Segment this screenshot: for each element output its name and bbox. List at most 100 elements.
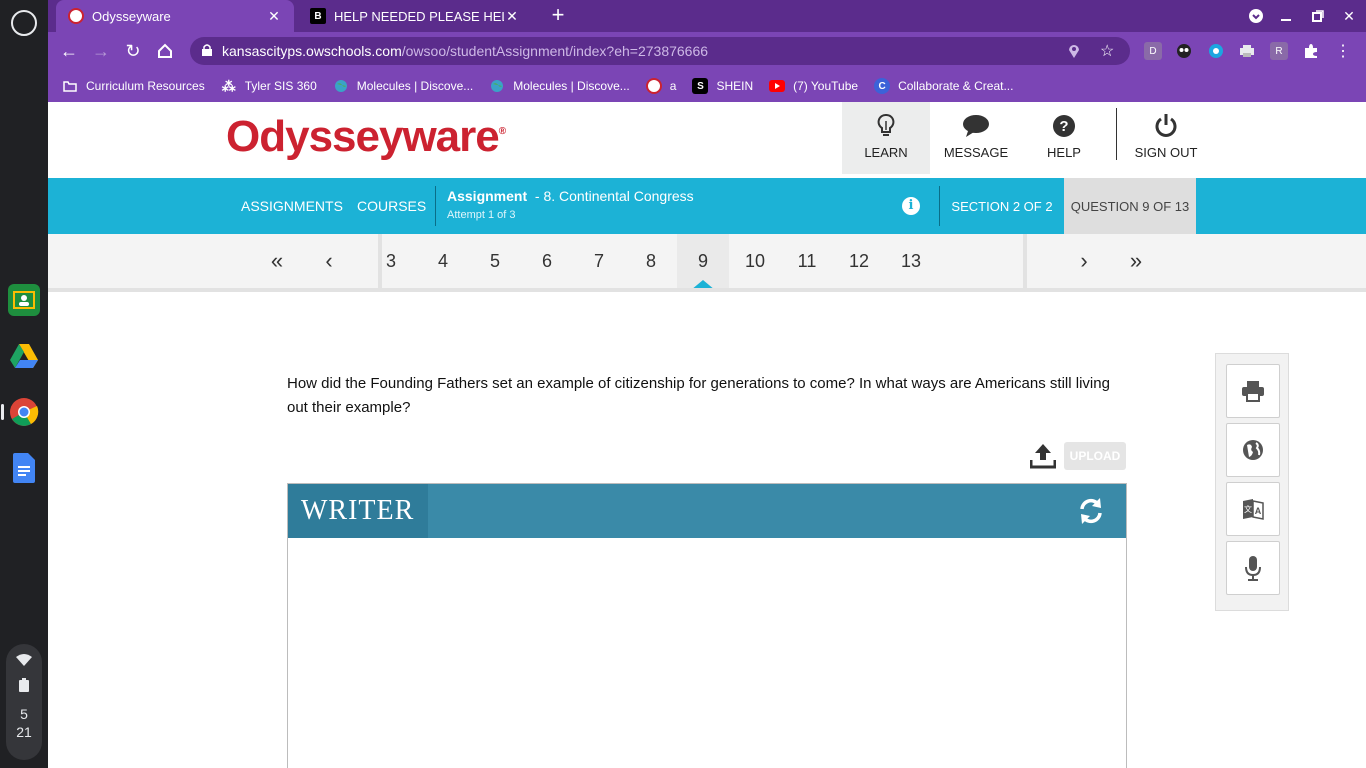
divider [1023,234,1027,288]
extension-shield-icon[interactable] [1207,42,1225,60]
url-domain: kansascityps.owschools.com [222,43,402,59]
bookmark-label: a [669,79,677,93]
question-number[interactable]: 11 [781,234,833,288]
extension-printer-icon[interactable] [1238,42,1256,60]
globe-icon[interactable] [1226,423,1280,477]
bookmark-label: Tyler SIS 360 [244,79,317,93]
restore-icon[interactable] [1303,0,1333,32]
previous-question-icon[interactable]: ‹ [317,248,341,274]
reload-icon[interactable]: ↻ [120,38,146,64]
bookmark-star-icon[interactable]: ☆ [1100,41,1114,61]
minimize-icon[interactable] [1271,0,1301,32]
question-number[interactable]: 8 [625,234,677,288]
question-number[interactable]: 6 [521,234,573,288]
bookmark-shein[interactable]: S SHEIN [692,78,753,94]
nav-message[interactable]: MESSAGE [932,102,1020,174]
last-question-icon[interactable]: » [1124,248,1148,274]
refresh-icon[interactable] [1076,496,1106,526]
clock-minute: 21 [16,724,32,740]
svg-text:文: 文 [1244,504,1252,514]
question-icon: ? [1052,111,1076,141]
shein-icon: S [692,78,709,94]
bookmark-a[interactable]: a [645,78,677,94]
question-number[interactable]: 13 [885,234,937,288]
battery-icon [19,678,29,692]
extension-d-icon[interactable]: D [1144,42,1162,60]
google-drive-icon[interactable] [8,340,40,372]
back-icon[interactable]: ← [56,38,82,64]
print-icon[interactable] [1226,364,1280,418]
assignment-label: Assignment [447,188,528,204]
system-tray[interactable]: 5 21 [6,644,42,760]
url-path: /owsoo/studentAssignment/index?eh=273876… [401,43,709,59]
google-chrome-icon[interactable] [8,396,40,428]
question-number[interactable]: 4 [417,234,469,288]
odysseyware-logo[interactable]: Odysseyware® [226,112,506,162]
question-indicator: QUESTION 9 OF 13 [1064,178,1196,234]
bookmark-youtube[interactable]: (7) YouTube [769,78,858,94]
tab-brainly[interactable]: B HELP NEEDED PLEASE HELP NO ✕ [298,0,532,32]
google-classroom-icon[interactable] [8,284,40,316]
bookmark-tyler-sis[interactable]: ⁂ Tyler SIS 360 [221,78,317,94]
microphone-icon[interactable] [1226,541,1280,595]
bookmark-molecules-2[interactable]: Molecules | Discove... [489,78,630,94]
writer-panel: WRITER [287,483,1127,768]
forward-icon[interactable]: → [88,38,114,64]
browser-menu-icon[interactable]: ⋮ [1334,42,1352,60]
odysseyware-page: Odysseyware® LEARN MESSAGE ? HELP SIGN O… [48,102,1366,768]
question-number[interactable]: 12 [833,234,885,288]
question-number[interactable]: 3 [365,234,417,288]
first-question-icon[interactable]: « [265,248,289,274]
question-prompt: How did the Founding Fathers set an exam… [287,375,1110,416]
writer-text-area[interactable] [288,538,1126,768]
close-window-icon[interactable]: ✕ [1334,0,1364,32]
address-bar[interactable]: kansascityps.owschools.com/owsoo/student… [190,37,1130,65]
brainly-favicon: B [310,8,326,24]
tools-panel: 文A [1215,353,1289,611]
header-divider [1116,108,1117,160]
google-docs-icon[interactable] [8,452,40,484]
bookmark-molecules-1[interactable]: Molecules | Discove... [333,78,473,94]
chat-bubble-icon [962,111,990,141]
logo-text: Odysseyware [226,112,500,161]
bookmark-label: SHEIN [716,79,754,93]
bookmark-label: Curriculum Resources [86,79,205,93]
wifi-icon [16,654,32,666]
bookmark-curriculum-resources[interactable]: Curriculum Resources [62,78,205,94]
home-icon[interactable] [152,38,178,64]
assignments-link[interactable]: ASSIGNMENTS [241,178,343,234]
question-number[interactable]: 7 [573,234,625,288]
globe-icon [489,78,505,94]
translate-icon[interactable]: 文A [1226,482,1280,536]
next-question-icon[interactable]: › [1072,248,1096,274]
upload-icon[interactable] [1029,443,1057,469]
new-tab-icon[interactable]: + [546,4,570,28]
close-tab-icon[interactable]: ✕ [504,8,520,25]
lock-icon [202,44,212,56]
youtube-icon [769,78,786,94]
nav-sign-out[interactable]: SIGN OUT [1122,102,1210,174]
assignment-bar: ASSIGNMENTS COURSES Assignment - 8. Cont… [48,178,1366,234]
launcher-icon[interactable] [11,10,37,36]
upload-button[interactable]: UPLOAD [1064,442,1126,470]
question-number[interactable]: 10 [729,234,781,288]
svg-text:A: A [1255,506,1262,516]
location-icon[interactable] [1068,44,1080,61]
extension-owl-icon[interactable] [1175,42,1193,60]
tab-search-icon[interactable] [1241,0,1271,32]
tyler-icon: ⁂ [221,77,236,94]
bookmark-collaborate[interactable]: C Collaborate & Creat... [874,78,1013,94]
courses-link[interactable]: COURSES [357,178,426,234]
nav-label: LEARN [864,145,908,160]
info-icon[interactable]: i [902,197,920,215]
divider [48,288,1366,292]
question-number[interactable]: 5 [469,234,521,288]
nav-help[interactable]: ? HELP [1020,102,1108,174]
nav-learn[interactable]: LEARN [842,102,930,174]
tab-odysseyware[interactable]: Odysseyware ✕ [56,0,294,32]
browser-frame: Odysseyware ✕ B HELP NEEDED PLEASE HELP … [48,0,1366,102]
extension-r-icon[interactable]: R [1270,42,1288,60]
lightbulb-icon [877,111,895,141]
extensions-puzzle-icon[interactable] [1302,42,1320,60]
close-tab-icon[interactable]: ✕ [266,8,282,25]
